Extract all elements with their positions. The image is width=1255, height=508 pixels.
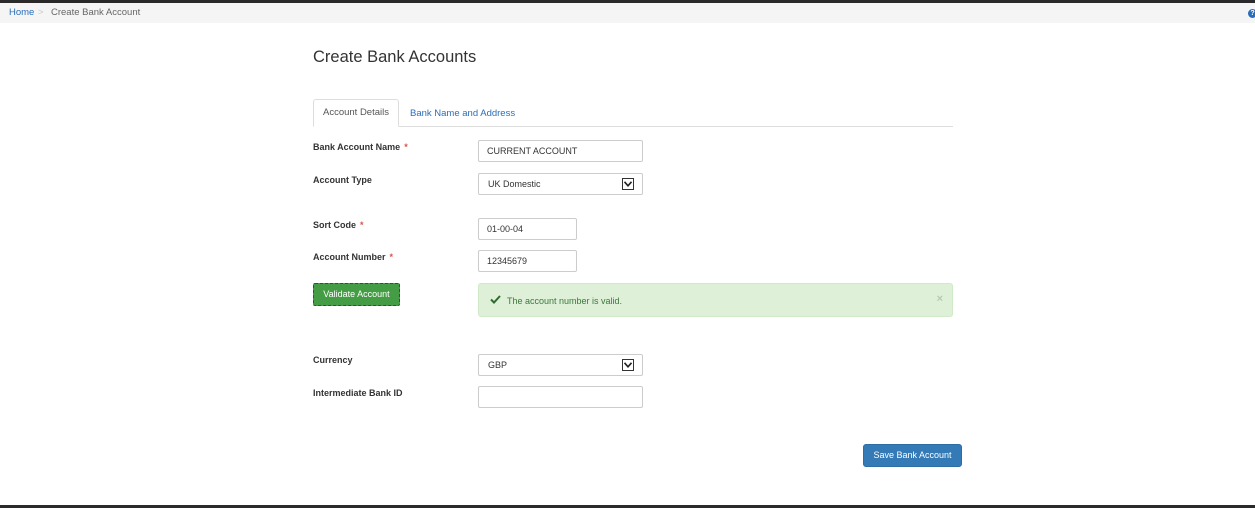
save-bank-account-button[interactable]: Save Bank Account: [863, 444, 962, 467]
breadcrumb-current: Create Bank Account: [51, 7, 141, 18]
chevron-down-icon: [622, 178, 634, 190]
account-type-label-text: Account Type: [313, 175, 372, 185]
bank-account-name-input[interactable]: [478, 140, 643, 162]
bank-account-name-label-text: Bank Account Name: [313, 142, 401, 152]
chevron-down-icon: [622, 359, 634, 371]
account-number-label-text: Account Number: [313, 252, 386, 262]
breadcrumb: Home > Create Bank Account ?: [0, 3, 1255, 23]
alert-message: The account number is valid.: [507, 296, 623, 306]
currency-label: Currency: [313, 355, 353, 365]
intermediate-bank-id-label-text: Intermediate Bank ID: [313, 388, 403, 398]
account-number-label: Account Number *: [313, 252, 393, 262]
currency-value: GBP: [488, 360, 508, 370]
sort-code-label: Sort Code *: [313, 220, 364, 230]
tab-account-details[interactable]: Account Details: [313, 99, 399, 127]
account-type-select[interactable]: UK Domestic: [478, 173, 643, 195]
check-icon: [490, 295, 501, 307]
currency-label-text: Currency: [313, 355, 353, 365]
required-marker: *: [389, 252, 394, 262]
close-icon[interactable]: ×: [937, 293, 943, 305]
intermediate-bank-id-input[interactable]: [478, 386, 643, 408]
required-marker: *: [360, 220, 364, 230]
intermediate-bank-id-label: Intermediate Bank ID: [313, 388, 403, 398]
required-marker: *: [404, 142, 408, 152]
breadcrumb-separator: >: [38, 7, 44, 18]
tab-bank-name-and-address[interactable]: Bank Name and Address: [410, 108, 515, 119]
success-alert: The account number is valid. ×: [478, 283, 953, 317]
sort-code-label-text: Sort Code: [313, 220, 357, 230]
help-icon[interactable]: ?: [1248, 9, 1255, 18]
account-type-value: UK Domestic: [488, 179, 541, 189]
account-number-input[interactable]: [478, 250, 577, 272]
account-type-label: Account Type: [313, 175, 372, 185]
bank-account-name-label: Bank Account Name *: [313, 142, 408, 152]
currency-select[interactable]: GBP: [478, 354, 643, 376]
tabs-divider: [313, 126, 953, 127]
breadcrumb-home-link[interactable]: Home: [9, 7, 34, 18]
sort-code-input[interactable]: [478, 218, 577, 240]
page-title: Create Bank Accounts: [313, 48, 477, 66]
validate-account-button[interactable]: Validate Account: [313, 283, 400, 306]
